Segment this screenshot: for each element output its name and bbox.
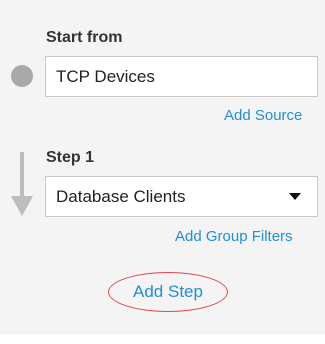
start-from-label: Start from	[46, 29, 123, 46]
add-step-label: Add Step	[133, 282, 203, 301]
source-value: TCP Devices	[56, 67, 155, 86]
source-field[interactable]: TCP Devices	[45, 56, 318, 97]
caret-down-icon	[289, 193, 301, 200]
step-1-selected-value: Database Clients	[56, 187, 186, 206]
step-1-dropdown[interactable]: Database Clients	[45, 176, 318, 217]
steps-panel: Start from TCP Devices Add Source Step 1…	[0, 0, 325, 344]
start-marker-icon	[11, 65, 33, 87]
add-group-filters-link[interactable]: Add Group Filters	[175, 228, 293, 245]
add-source-link[interactable]: Add Source	[224, 107, 302, 124]
add-step-button[interactable]: Add Step	[108, 272, 228, 312]
down-arrow-icon	[11, 152, 33, 216]
step-1-label: Step 1	[46, 149, 95, 166]
